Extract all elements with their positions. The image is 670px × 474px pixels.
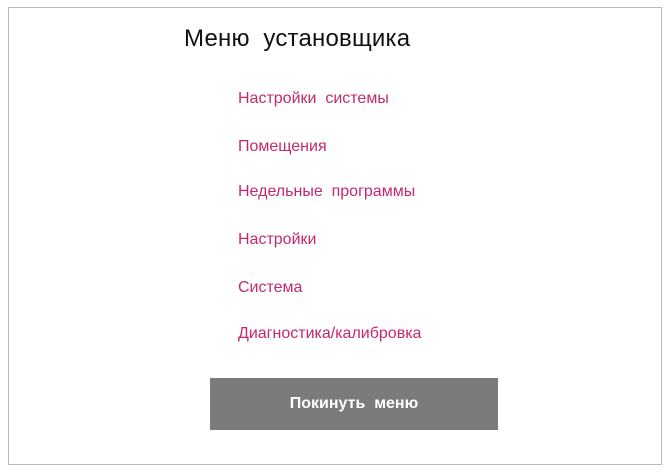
exit-menu-button[interactable]: Покинуть меню: [210, 378, 498, 430]
menu-item-rooms[interactable]: Помещения: [238, 138, 327, 156]
menu-item-settings[interactable]: Настройки: [238, 231, 316, 249]
menu-item-system-settings[interactable]: Настройки системы: [238, 90, 389, 108]
menu-item-weekly-programs[interactable]: Недельные программы: [238, 183, 415, 201]
menu-item-system[interactable]: Система: [238, 279, 302, 297]
menu-item-diagnostics-calibration[interactable]: Диагностика/калибровка: [238, 325, 421, 343]
